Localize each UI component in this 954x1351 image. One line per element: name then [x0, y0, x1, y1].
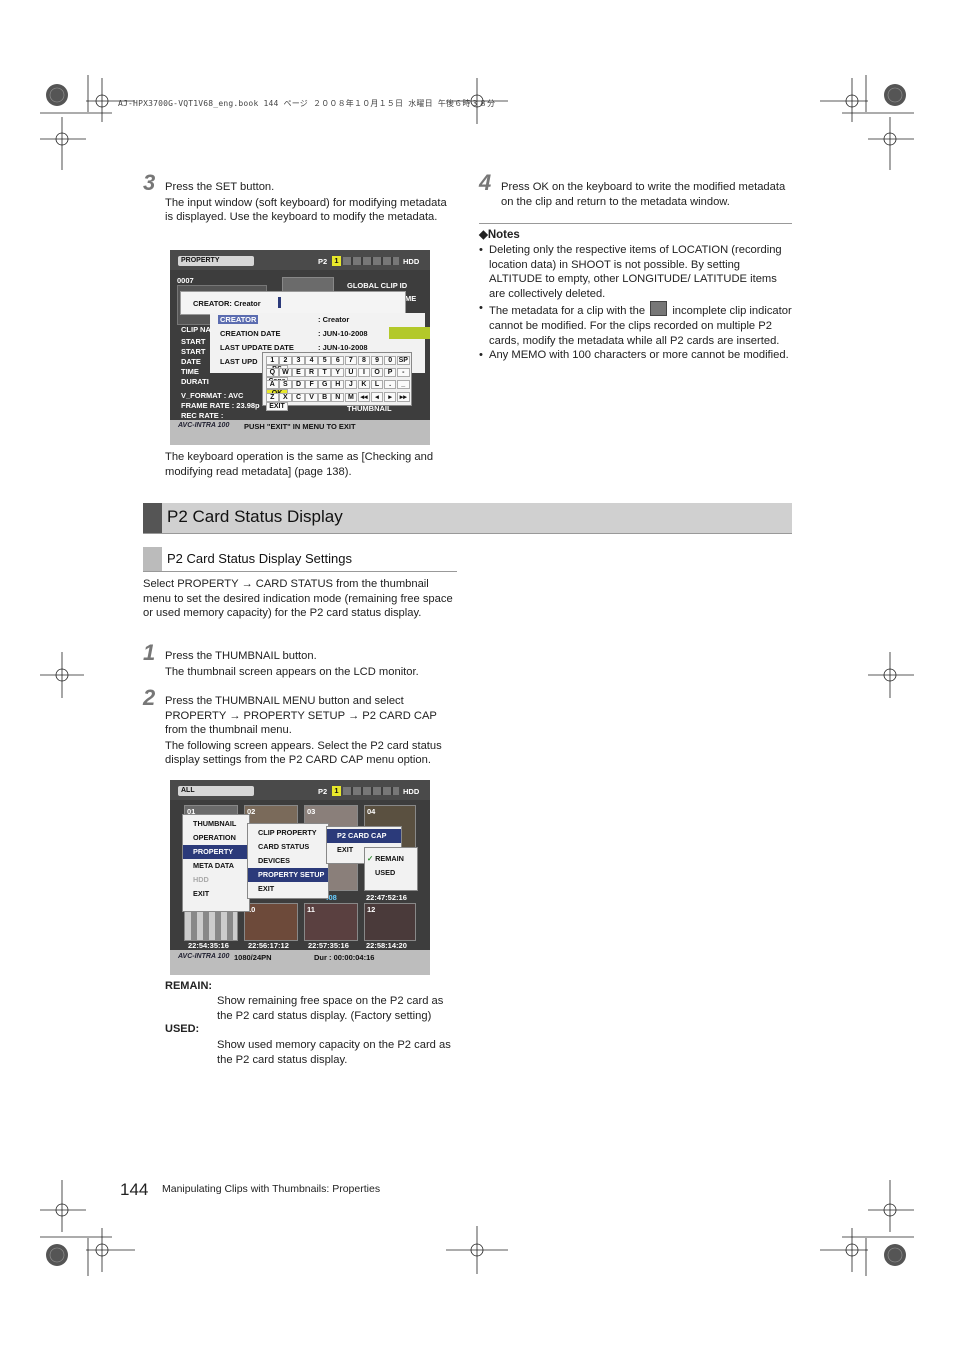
menu-item-card-status[interactable]: CARD STATUS	[248, 840, 328, 854]
text-cursor	[278, 297, 281, 308]
avc-intra-logo: AVC-INTRA 100	[178, 953, 230, 960]
screen-title: ALL	[178, 786, 254, 796]
file-header: AJ-HPX3700G-VQT1V68_eng.book 144 ページ ２００…	[118, 99, 496, 108]
menu-item-thumbnail[interactable]: THUMBNAIL	[183, 817, 249, 831]
option-used[interactable]: USED	[365, 866, 417, 880]
step3-line1: Press the SET button.	[165, 181, 275, 193]
step-number: 1	[143, 640, 156, 665]
creator-field[interactable]: CREATOR	[218, 315, 259, 324]
menu-item-devices[interactable]: DEVICES	[248, 854, 328, 868]
remain-label: REMAIN:	[165, 980, 213, 992]
subsection-header: P2 Card Status Display Settings	[143, 547, 457, 572]
check-icon: ✓	[367, 854, 374, 863]
subsection-title: P2 Card Status Display Settings	[167, 551, 352, 566]
page-number: 144	[120, 1180, 149, 1199]
p2-label: P2	[318, 257, 328, 266]
menu-item-exit[interactable]: EXIT	[183, 887, 249, 901]
menu-item-p2-card-cap[interactable]: P2 CARD CAP	[327, 829, 401, 843]
footer-text: Manipulating Clips with Thumbnails: Prop…	[162, 1183, 381, 1195]
thumbnail[interactable]: 11	[304, 903, 358, 941]
registration-marks	[0, 0, 954, 1351]
note-item: Any MEMO with 100 characters or more can…	[479, 348, 792, 363]
step-number: 4	[479, 170, 492, 195]
intro-text: Select PROPERTY → CARD STATUS from the t…	[143, 578, 453, 620]
section-header: P2 Card Status Display	[143, 503, 792, 534]
remain-desc: Show remaining free space on the P2 card…	[217, 995, 444, 1022]
screen-title: PROPERTY	[178, 256, 254, 266]
step3-desc: The input window (soft keyboard) for mod…	[165, 196, 447, 224]
step2-text: Press the THUMBNAIL MENU button and sele…	[165, 695, 442, 767]
option-remain[interactable]: ✓ REMAIN	[365, 852, 417, 866]
p2-card-cap-options: ✓ REMAIN USED	[364, 847, 418, 891]
step-number: 3	[143, 170, 156, 195]
thumbnail-menu: THUMBNAIL OPERATION PROPERTY META DATA H…	[182, 814, 250, 912]
note-item: Deleting only the respective items of LO…	[479, 243, 792, 301]
step1-text: Press the THUMBNAIL button. The thumbnai…	[165, 650, 419, 678]
used-label: USED:	[165, 1023, 200, 1035]
used-desc: Show used memory capacity on the P2 card…	[217, 1039, 451, 1066]
note-item: The metadata for a clip with the incompl…	[479, 301, 792, 348]
exit-key[interactable]: EXIT	[266, 402, 288, 411]
key-row-3: ASDFGHJKL._OK	[266, 380, 411, 398]
step3-note: The keyboard operation is the same as [C…	[165, 451, 434, 478]
step3-text: Press the SET button. The input window (…	[165, 180, 457, 225]
avc-intra-logo: AVC-INTRA 100	[178, 422, 230, 429]
property-submenu: CLIP PROPERTY CARD STATUS DEVICES PROPER…	[247, 823, 329, 899]
input-text: CREATOR: Creator	[193, 299, 261, 308]
menu-item-meta-data[interactable]: META DATA	[183, 859, 249, 873]
notes-divider	[479, 223, 792, 224]
incomplete-clip-icon	[650, 301, 668, 317]
menu-item-clip-property[interactable]: CLIP PROPERTY	[248, 826, 328, 840]
step4-text: Press OK on the keyboard to write the mo…	[501, 181, 786, 208]
step-number: 2	[143, 685, 156, 710]
key-row-4: Z X C V B N M ◂◂ ◂ ▸ ▸▸EXIT	[266, 392, 411, 411]
metadata-keyboard-screen: PROPERTY P2 1 HDD 0007 GLOBAL CLIP ID ME…	[170, 250, 430, 445]
timecode: 22:57:35:16	[308, 941, 349, 950]
notes-list: Deleting only the respective items of LO…	[479, 243, 792, 363]
soft-keyboard[interactable]: 1234567890SPBS QWERTYUIOP-Caps ASDFGHJKL…	[262, 352, 412, 411]
clip-number: 0007	[177, 276, 194, 285]
menu-item-exit[interactable]: EXIT	[248, 882, 328, 896]
thumbnail-menu-screen: ALL P2 1 HDD 01 02 03 04 09 10 11 12 :08…	[170, 780, 430, 975]
left-labels: CLIP NA START START DATE TIME DURATI	[181, 325, 211, 386]
menu-item-property[interactable]: PROPERTY	[183, 845, 249, 859]
slot-indicator: 1	[332, 256, 341, 266]
global-clip-id: GLOBAL CLIP ID	[347, 281, 408, 290]
thumbnail[interactable]: 12	[364, 903, 416, 941]
timecode: 22:54:35:16	[188, 941, 229, 950]
timecode: 22:56:17:12	[248, 941, 289, 950]
slot-indicator: 1	[332, 786, 341, 796]
exit-message: PUSH "EXIT" IN MENU TO EXIT	[244, 422, 356, 431]
menu-item-property-setup[interactable]: PROPERTY SETUP	[248, 868, 328, 882]
menu-item-hdd[interactable]: HDD	[183, 873, 249, 887]
section-title: P2 Card Status Display	[167, 507, 343, 526]
timecode: 22:58:14:20	[366, 941, 407, 950]
duration-readout: Dur : 00:00:04:16	[314, 953, 375, 962]
key-row-2: QWERTYUIOP-Caps	[266, 368, 411, 386]
thumbnail[interactable]: 10	[244, 903, 298, 941]
format-readout: 1080/24PN	[234, 953, 272, 962]
menu-item-operation[interactable]: OPERATION	[183, 831, 249, 845]
notes-title: ◆Notes	[479, 229, 520, 241]
key-row-1: 1234567890SPBS	[266, 356, 411, 374]
hdd-label: HDD	[403, 257, 420, 266]
input-window[interactable]: CREATOR: Creator	[180, 291, 406, 315]
